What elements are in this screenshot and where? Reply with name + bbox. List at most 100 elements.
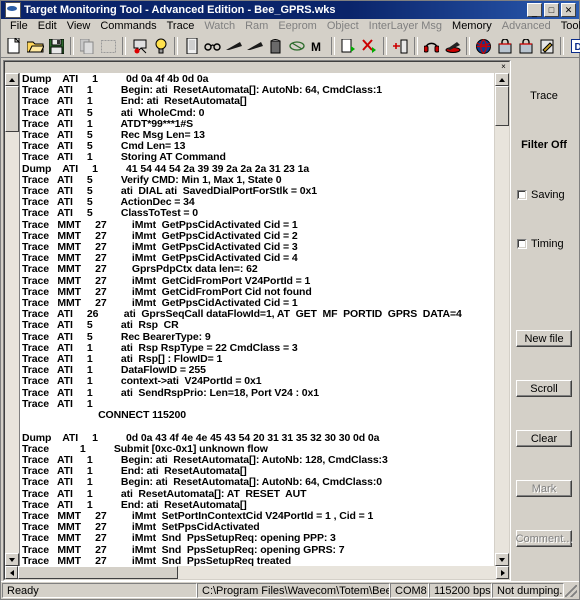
lock2-icon[interactable] (515, 36, 536, 56)
hscroll-track[interactable] (18, 566, 496, 579)
menu-memory[interactable]: Memory (447, 19, 497, 34)
trace-log-text: Dump ATI 1 0d 0a 4f 4b 0d 0a Trace ATI 1… (22, 73, 462, 566)
new-file-icon[interactable] (4, 36, 25, 56)
device-icon[interactable] (181, 36, 202, 56)
chevron-up-icon (9, 77, 15, 82)
mark-button: Mark (516, 480, 572, 497)
copy-icon[interactable] (77, 36, 98, 56)
menu-eeprom: Eeprom (278, 20, 317, 32)
menu-file[interactable]: File (5, 19, 33, 34)
d-box-icon[interactable]: D (567, 36, 580, 56)
toolbar-separator (560, 37, 564, 55)
trace-mode-label: Trace (530, 90, 558, 102)
comment-button: Comment... (516, 530, 572, 547)
trace-child-inner: × Dump ATI 1 0d 0a 4f 4b 0d 0a Trace ATI… (4, 61, 510, 580)
toolbar-separator (414, 37, 418, 55)
run-script-icon[interactable] (338, 36, 359, 56)
status-ready: Ready (2, 583, 197, 598)
save-disk-icon[interactable] (46, 36, 67, 56)
memory-m-icon[interactable]: M (307, 36, 328, 56)
scroll-button[interactable]: Scroll (516, 380, 572, 397)
stop-script-icon[interactable] (359, 36, 380, 56)
app-window: Target Monitoring Tool - Advanced Editio… (0, 0, 580, 600)
menu-ram: Ram (245, 20, 269, 32)
menu-tools[interactable]: Tools (556, 19, 580, 34)
chevron-right-icon (500, 569, 505, 576)
link-icon[interactable] (286, 36, 307, 56)
headset-icon[interactable] (421, 36, 442, 56)
client-area: × Dump ATI 1 0d 0a 4f 4b 0d 0a Trace ATI… (1, 58, 579, 581)
maximize-button[interactable]: □ (544, 3, 559, 17)
trace-horizontal-scrollbar[interactable] (5, 566, 509, 579)
timing-checkbox[interactable]: Timing (511, 238, 577, 250)
status-bar: Ready C:\Program Files\Wavecom\Totem\Bee… (1, 581, 579, 599)
saving-checkbox-label: Saving (531, 189, 565, 201)
paste-icon[interactable] (98, 36, 119, 56)
trace-child-window: × Dump ATI 1 0d 0a 4f 4b 0d 0a Trace ATI… (3, 60, 511, 581)
title-bar[interactable]: Target Monitoring Tool - Advanced Editio… (1, 1, 579, 19)
timing-checkbox-box[interactable] (517, 239, 527, 249)
menu-edit[interactable]: Edit (33, 19, 62, 34)
svg-text:M: M (311, 40, 321, 53)
scroll-up-button[interactable] (5, 73, 19, 86)
chevron-left-icon (9, 569, 14, 576)
menu-bar: File Edit View Commands Trace Watch Ram … (1, 19, 580, 35)
menu-interlayer-msg: InterLayer Msg (368, 20, 443, 32)
saving-checkbox-box[interactable] (517, 190, 527, 200)
status-dumping: Not dumping... (492, 583, 564, 598)
wedge2-icon[interactable] (244, 36, 265, 56)
svg-text:D: D (574, 42, 580, 53)
hscroll-thumb[interactable] (18, 566, 178, 579)
trace-text-area[interactable]: Dump ATI 1 0d 0a 4f 4b 0d 0a Trace ATI 1… (20, 73, 494, 566)
edit-link-icon[interactable] (536, 36, 557, 56)
lightbulb-icon[interactable] (150, 36, 171, 56)
scroll-thumb[interactable] (5, 86, 19, 132)
child-close-icon[interactable]: × (499, 63, 508, 72)
menu-view[interactable]: View (62, 19, 96, 34)
toolbar-separator (383, 37, 387, 55)
trace-vertical-scrollbar-right[interactable] (494, 73, 509, 566)
insert-mark-icon[interactable] (390, 36, 411, 56)
timing-checkbox-label: Timing (531, 238, 564, 250)
toolbar-separator (70, 37, 74, 55)
app-icon (5, 2, 21, 18)
filter-state-label: Filter Off (521, 139, 567, 151)
scroll-track[interactable] (5, 86, 19, 553)
menu-watch: Watch (204, 20, 236, 32)
target-connect-icon[interactable] (129, 36, 150, 56)
clear-button[interactable]: Clear (516, 430, 572, 447)
trace-text-row: Dump ATI 1 0d 0a 4f 4b 0d 0a Trace ATI 1… (5, 73, 509, 566)
minimize-button[interactable]: _ (527, 3, 542, 17)
status-port: COM8 (390, 583, 429, 598)
new-file-button[interactable]: New file (516, 330, 572, 347)
audio-icon[interactable] (442, 36, 463, 56)
trash-icon[interactable] (265, 36, 286, 56)
scroll-right-button[interactable] (496, 566, 509, 579)
menu-trace[interactable]: Trace (162, 19, 200, 34)
open-folder-icon[interactable] (25, 36, 46, 56)
trace-vertical-scrollbar-left[interactable] (5, 73, 20, 566)
scroll-thumb-right[interactable] (495, 86, 509, 126)
scroll-down-button-right[interactable] (495, 553, 509, 566)
maximize-icon: □ (548, 5, 555, 15)
scroll-up-button-right[interactable] (495, 73, 509, 86)
saving-checkbox[interactable]: Saving (511, 189, 577, 201)
wedge1-icon[interactable] (223, 36, 244, 56)
window-controls: _ □ ✕ (527, 3, 576, 17)
chevron-up-icon (499, 77, 505, 82)
scroll-down-button[interactable] (5, 553, 19, 566)
globe-icon[interactable] (473, 36, 494, 56)
menu-commands[interactable]: Commands (95, 19, 161, 34)
scroll-left-button[interactable] (5, 566, 18, 579)
menu-advanced: Advanced (501, 20, 551, 32)
child-window-titlebar: × (5, 62, 509, 73)
chevron-down-icon (9, 557, 15, 562)
close-button[interactable]: ✕ (561, 3, 576, 17)
window-title: Target Monitoring Tool - Advanced Editio… (24, 4, 336, 16)
lock1-icon[interactable] (494, 36, 515, 56)
toolbar-separator (331, 37, 335, 55)
chevron-down-icon (499, 557, 505, 562)
toolbar: M D (1, 35, 580, 58)
scroll-track-right[interactable] (495, 86, 509, 553)
glasses-icon[interactable] (202, 36, 223, 56)
